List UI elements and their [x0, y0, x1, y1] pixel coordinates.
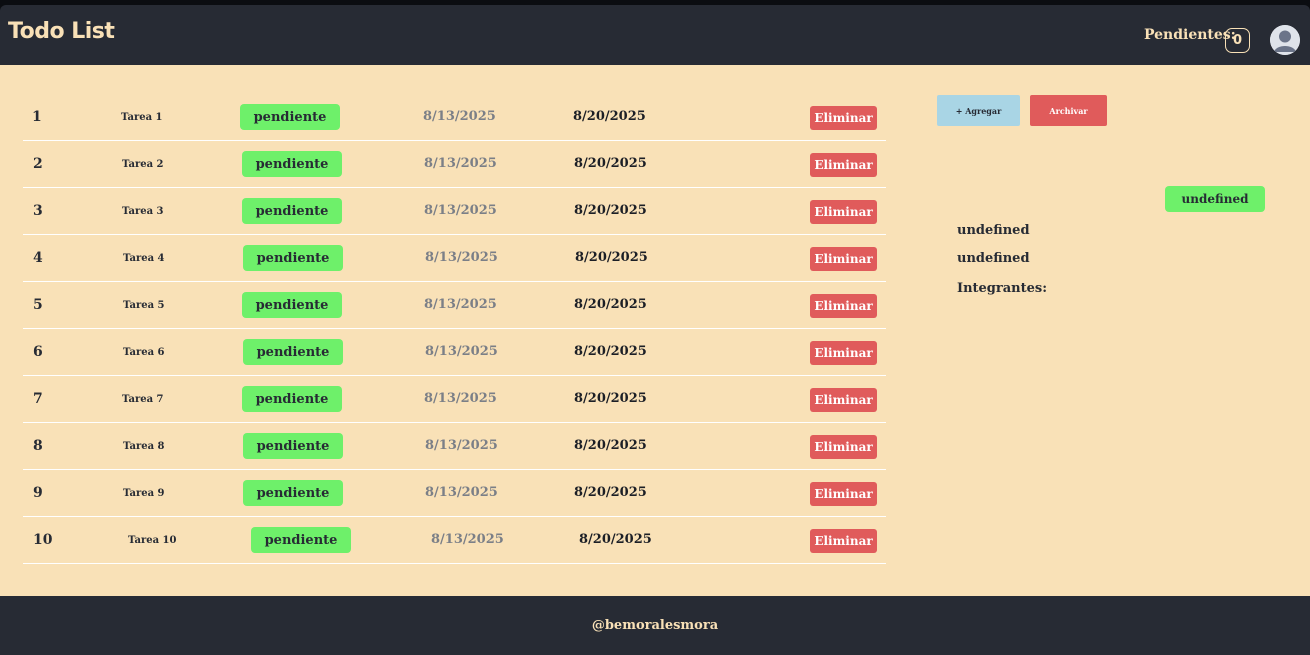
status-badge[interactable]: pendiente: [242, 292, 342, 318]
task-name: Tarea 6: [123, 347, 165, 358]
footer: @bemoralesmora: [0, 596, 1310, 655]
due-date: 8/20/2025: [574, 391, 647, 406]
status-badge[interactable]: pendiente: [242, 151, 342, 177]
task-name: Tarea 4: [123, 253, 165, 264]
status-badge[interactable]: pendiente: [243, 339, 343, 365]
table-row: 1 Tarea 1 pendiente 8/13/2025 8/20/2025 …: [23, 94, 886, 141]
due-date: 8/20/2025: [575, 250, 648, 265]
detail-line-2: undefined: [957, 251, 1030, 266]
task-index: 1: [32, 109, 42, 125]
delete-button[interactable]: Eliminar: [810, 106, 877, 130]
task-index: 2: [33, 156, 43, 172]
status-badge[interactable]: pendiente: [243, 480, 343, 506]
task-name: Tarea 2: [122, 159, 164, 170]
created-date: 8/13/2025: [424, 203, 497, 218]
table-row: 5 Tarea 5 pendiente 8/13/2025 8/20/2025 …: [23, 282, 886, 329]
task-index: 9: [33, 485, 43, 501]
table-row: 9 Tarea 9 pendiente 8/13/2025 8/20/2025 …: [23, 470, 886, 517]
status-badge[interactable]: pendiente: [240, 104, 340, 130]
task-index: 4: [33, 250, 43, 266]
task-index: 10: [33, 532, 53, 548]
due-date: 8/20/2025: [574, 485, 647, 500]
created-date: 8/13/2025: [425, 344, 498, 359]
delete-button[interactable]: Eliminar: [810, 153, 877, 177]
status-badge[interactable]: pendiente: [242, 386, 342, 412]
task-index: 7: [33, 391, 43, 407]
status-badge[interactable]: pendiente: [243, 433, 343, 459]
task-name: Tarea 9: [123, 488, 165, 499]
members-label: Integrantes:: [957, 281, 1048, 296]
created-date: 8/13/2025: [431, 532, 504, 547]
due-date: 8/20/2025: [579, 532, 652, 547]
task-index: 8: [33, 438, 43, 454]
add-task-button[interactable]: + Agregar: [937, 95, 1020, 126]
task-name: Tarea 10: [128, 535, 177, 546]
created-date: 8/13/2025: [424, 297, 497, 312]
due-date: 8/20/2025: [574, 156, 647, 171]
due-date: 8/20/2025: [574, 344, 647, 359]
created-date: 8/13/2025: [423, 109, 496, 124]
user-avatar-icon[interactable]: [1270, 25, 1300, 55]
delete-button[interactable]: Eliminar: [810, 435, 877, 459]
delete-button[interactable]: Eliminar: [810, 200, 877, 224]
table-row: 4 Tarea 4 pendiente 8/13/2025 8/20/2025 …: [23, 235, 886, 282]
delete-button[interactable]: Eliminar: [810, 294, 877, 318]
task-index: 3: [33, 203, 43, 219]
due-date: 8/20/2025: [574, 203, 647, 218]
table-row: 3 Tarea 3 pendiente 8/13/2025 8/20/2025 …: [23, 188, 886, 235]
table-row: 2 Tarea 2 pendiente 8/13/2025 8/20/2025 …: [23, 141, 886, 188]
delete-button[interactable]: Eliminar: [810, 247, 877, 271]
task-name: Tarea 8: [123, 441, 165, 452]
task-name: Tarea 3: [122, 206, 164, 217]
due-date: 8/20/2025: [574, 438, 647, 453]
app-title: Todo List: [8, 19, 115, 44]
delete-button[interactable]: Eliminar: [810, 482, 877, 506]
created-date: 8/13/2025: [424, 156, 497, 171]
pending-label: Pendientes:: [1144, 27, 1236, 43]
table-row: 8 Tarea 8 pendiente 8/13/2025 8/20/2025 …: [23, 423, 886, 470]
task-name: Tarea 1: [121, 112, 163, 123]
detail-line-1: undefined: [957, 223, 1030, 238]
created-date: 8/13/2025: [425, 438, 498, 453]
table-row: 10 Tarea 10 pendiente 8/13/2025 8/20/202…: [23, 517, 886, 564]
main-content: 1 Tarea 1 pendiente 8/13/2025 8/20/2025 …: [0, 65, 1310, 596]
table-row: 6 Tarea 6 pendiente 8/13/2025 8/20/2025 …: [23, 329, 886, 376]
table-row: 7 Tarea 7 pendiente 8/13/2025 8/20/2025 …: [23, 376, 886, 423]
due-date: 8/20/2025: [573, 109, 646, 124]
archive-button[interactable]: Archivar: [1030, 95, 1107, 126]
detail-status-badge: undefined: [1165, 186, 1265, 212]
footer-credit: @bemoralesmora: [591, 618, 719, 633]
status-badge[interactable]: pendiente: [243, 245, 343, 271]
pending-count-badge: 0: [1225, 28, 1250, 53]
app-header: Todo List Pendientes: 0: [0, 5, 1310, 65]
task-index: 5: [33, 297, 43, 313]
delete-button[interactable]: Eliminar: [810, 341, 877, 365]
created-date: 8/13/2025: [425, 485, 498, 500]
status-badge[interactable]: pendiente: [242, 198, 342, 224]
task-index: 6: [33, 344, 43, 360]
task-name: Tarea 5: [123, 300, 165, 311]
status-badge[interactable]: pendiente: [251, 527, 351, 553]
created-date: 8/13/2025: [424, 391, 497, 406]
delete-button[interactable]: Eliminar: [810, 529, 877, 553]
due-date: 8/20/2025: [574, 297, 647, 312]
created-date: 8/13/2025: [425, 250, 498, 265]
delete-button[interactable]: Eliminar: [810, 388, 877, 412]
task-name: Tarea 7: [122, 394, 164, 405]
